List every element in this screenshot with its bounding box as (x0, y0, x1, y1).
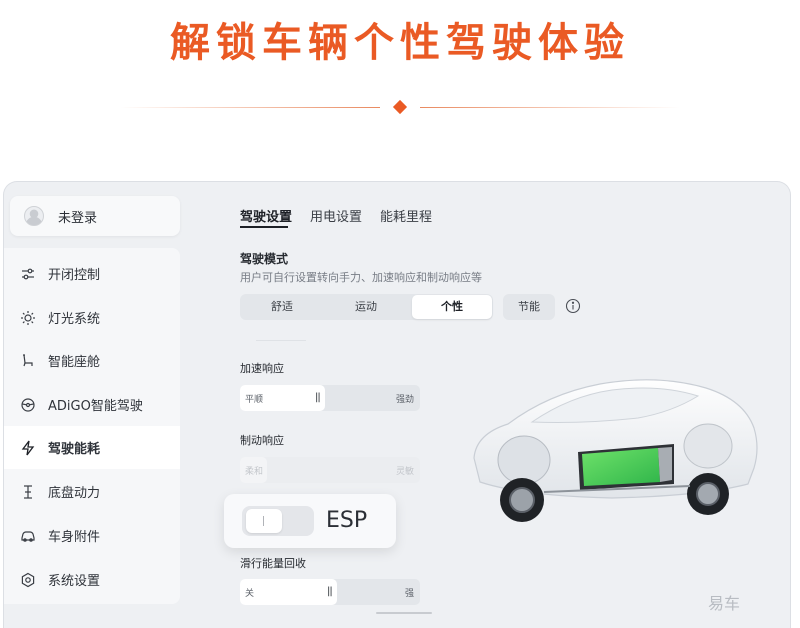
banner-title: 解锁车辆个性驾驶体验 (170, 20, 630, 66)
mode-option-sport[interactable]: 运动 (324, 294, 408, 320)
sidebar-item-access-control[interactable]: 开闭控制 (4, 252, 180, 295)
banner-divider-left (120, 107, 380, 108)
accel-response-slider[interactable]: 平顺 || 强劲 (240, 385, 420, 411)
drive-mode-title: 驾驶模式 (240, 252, 289, 266)
drive-mode-selector: 舒适 运动 个性 (240, 294, 493, 320)
esp-toggle[interactable] (242, 506, 314, 536)
divider (256, 340, 306, 341)
sidebar-item-system-settings[interactable]: 系统设置 (4, 558, 180, 601)
sidebar-item-label: 开闭控制 (48, 268, 101, 283)
mode-option-eco[interactable]: 节能 (503, 294, 555, 320)
esp-label: ESP (326, 508, 368, 533)
tab-energy-range[interactable]: 能耗里程 (380, 206, 432, 225)
sidebar-item-body-accessories[interactable]: 车身附件 (4, 514, 180, 557)
sidebar-item-label: 智能座舱 (48, 355, 101, 370)
slider-handle[interactable]: || (327, 586, 333, 597)
sidebar-item-adigo-driving[interactable]: ADiGO智能驾驶 (4, 383, 180, 426)
mode-option-custom[interactable]: 个性 (412, 295, 492, 319)
home-indicator[interactable] (376, 612, 432, 614)
esp-toggle-knob (246, 509, 282, 533)
sun-icon (20, 310, 36, 326)
slider-low-label: 关 (245, 589, 255, 599)
sidebar-item-cockpit[interactable]: 智能座舱 (4, 339, 180, 382)
sidebar-item-lighting[interactable]: 灯光系统 (4, 296, 180, 339)
brake-response-label: 制动响应 (240, 434, 284, 447)
chassis-icon (20, 484, 36, 500)
sidebar-item-chassis-power[interactable]: 底盘动力 (4, 470, 180, 513)
seat-icon (20, 353, 36, 369)
lightning-icon (20, 440, 36, 456)
diamond-ornament-icon (392, 99, 408, 115)
sidebar-item-label: 驾驶能耗 (48, 442, 101, 457)
banner-divider-right (420, 107, 680, 108)
active-tab-indicator (240, 226, 288, 228)
sliders-icon (20, 266, 36, 282)
sidebar-menu: 开闭控制 灯光系统 智能座舱 ADiGO智能驾驶 驾驶能耗 底盘动力 车身附件 … (4, 248, 180, 604)
sidebar-item-label: 系统设置 (48, 574, 101, 589)
slider-low-label: 平顺 (245, 395, 264, 405)
drive-mode-description: 用户可自行设置转向手力、加速响应和制动响应等 (240, 271, 482, 284)
watermark-logo: 易车 (708, 594, 741, 613)
sidebar: 未登录 开闭控制 灯光系统 智能座舱 ADiGO智能驾驶 驾驶能耗 底盘动力 车… (4, 182, 180, 628)
settings-icon (20, 572, 36, 588)
tab-power-settings[interactable]: 用电设置 (310, 206, 362, 225)
sidebar-item-label: 底盘动力 (48, 486, 101, 501)
car-icon (20, 528, 36, 544)
sidebar-item-drive-energy[interactable]: 驾驶能耗 (4, 426, 180, 469)
login-label: 未登录 (58, 211, 98, 226)
accel-response-label: 加速响应 (240, 362, 284, 375)
regen-label: 滑行能量回收 (240, 557, 306, 570)
login-card[interactable]: 未登录 (10, 196, 180, 236)
sidebar-item-label: 车身附件 (48, 530, 101, 545)
slider-fill (240, 579, 337, 605)
brake-response-slider: 柔和 灵敏 (240, 457, 420, 483)
slider-high-label: 灵敏 (395, 467, 414, 477)
sidebar-item-label: ADiGO智能驾驶 (48, 399, 143, 414)
regen-slider[interactable]: 关 || 强 (240, 579, 420, 605)
tab-drive-settings[interactable]: 驾驶设置 (240, 206, 292, 225)
slider-low-label: 柔和 (245, 467, 264, 477)
car-illustration (473, 379, 758, 522)
battery-pack-icon (578, 444, 674, 490)
avatar-icon (24, 206, 44, 226)
esp-card: ESP (224, 494, 396, 548)
slider-handle[interactable]: || (315, 392, 321, 403)
mode-option-comfort[interactable]: 舒适 (240, 294, 324, 320)
slider-high-label: 强劲 (395, 395, 414, 405)
slider-high-label: 强 (404, 589, 414, 599)
sidebar-item-label: 灯光系统 (48, 312, 101, 327)
steering-wheel-icon (20, 397, 36, 413)
info-icon[interactable] (565, 298, 581, 314)
